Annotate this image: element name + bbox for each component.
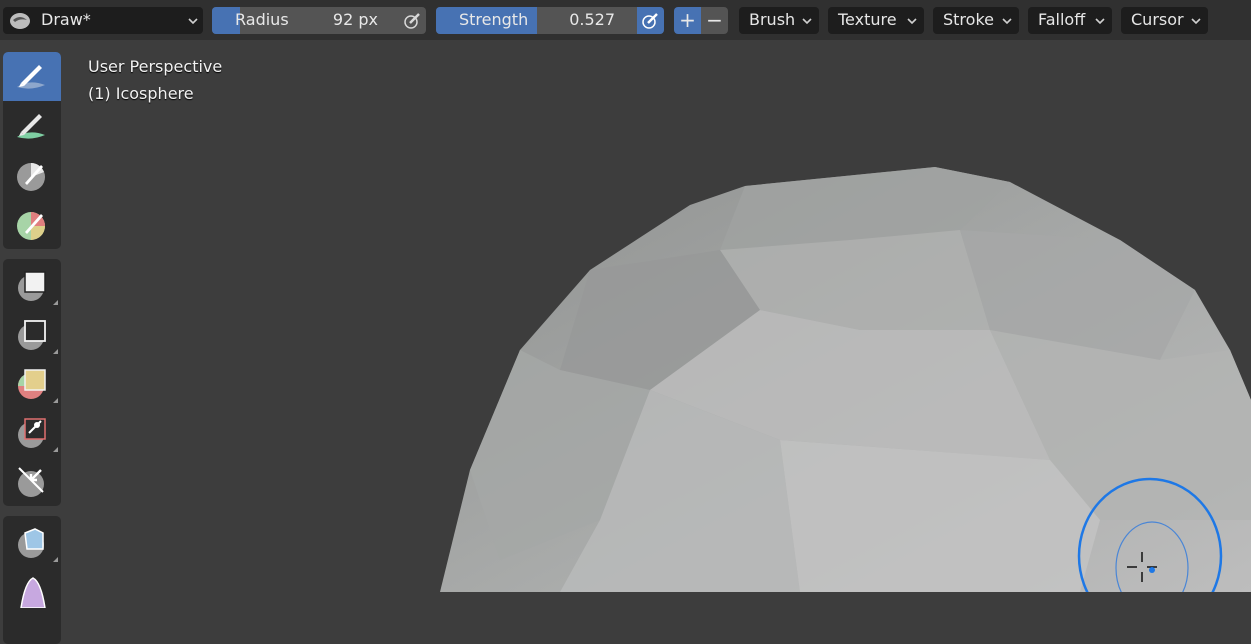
cursor-menu-label: Cursor [1131, 10, 1184, 29]
tool-paint[interactable] [3, 150, 61, 199]
draw-brush-icon [17, 65, 45, 89]
mesh-facet [780, 440, 1100, 592]
strength-pressure-button[interactable] [637, 7, 664, 34]
tool-line-project[interactable] [3, 406, 61, 455]
box-face-set-icon [18, 271, 46, 301]
tool-lasso-face-set[interactable] [3, 357, 61, 406]
cursor-dot [1149, 567, 1155, 573]
brush-selector[interactable]: Draw* [3, 7, 203, 34]
falloff-menu-label: Falloff [1038, 10, 1086, 29]
paint-brush-icon [17, 163, 45, 191]
chevron-down-icon [907, 18, 917, 25]
filter-tool-group [3, 516, 61, 644]
tool-trim[interactable] [3, 455, 61, 504]
tool-expand-corner-icon [53, 557, 58, 562]
cursor-menu[interactable]: Cursor [1121, 7, 1208, 34]
chevron-down-icon [802, 18, 812, 25]
tool-mask-paint[interactable] [3, 199, 61, 248]
radius-label: Radius [235, 10, 289, 29]
texture-menu[interactable]: Texture [828, 7, 924, 34]
texture-menu-label: Texture [838, 10, 897, 29]
brush-tool-group [3, 52, 61, 249]
radius-value: 92 px [332, 10, 378, 29]
tool-expand-corner-icon [53, 447, 58, 452]
pen-pressure-icon [404, 13, 420, 29]
pen-pressure-icon [642, 13, 658, 29]
strength-value: 0.527 [569, 10, 615, 29]
tool-color-filter[interactable] [3, 565, 61, 614]
tool-box-mask[interactable] [3, 308, 61, 357]
chevron-down-icon [1095, 18, 1105, 25]
tool-expand-corner-icon [53, 349, 58, 354]
tool-smooth[interactable] [3, 101, 61, 150]
tool-expand-corner-icon [53, 398, 58, 403]
trim-icon [18, 467, 44, 497]
stroke-menu-label: Stroke [943, 10, 994, 29]
tool-mesh-filter[interactable] [3, 516, 61, 565]
active-object-label: (1) Icosphere [88, 84, 194, 103]
tool-box-face-set[interactable] [3, 259, 61, 308]
radius-slider[interactable]: Radius 92 px [212, 7, 399, 34]
direction-add-button[interactable]: + [674, 7, 701, 34]
color-filter-icon [20, 577, 46, 608]
brush-menu[interactable]: Brush [739, 7, 819, 34]
tool-expand-corner-icon [53, 300, 58, 305]
selection-tool-group [3, 259, 61, 506]
chevron-down-icon [1191, 18, 1201, 25]
tool-header: Draw* Radius 92 px Strength 0.527 + − Br… [0, 0, 1251, 40]
stroke-menu[interactable]: Stroke [933, 7, 1019, 34]
view-perspective-label: User Perspective [88, 57, 223, 76]
brush-menu-label: Brush [749, 10, 796, 29]
blur-brush-icon [17, 114, 45, 139]
radius-pressure-button[interactable] [399, 7, 426, 34]
strength-label: Strength [459, 10, 529, 29]
cloth-filter-icon [18, 528, 44, 558]
box-mask-icon [18, 320, 46, 350]
line-project-icon [18, 418, 46, 448]
falloff-menu[interactable]: Falloff [1028, 7, 1112, 34]
strength-slider[interactable]: Strength 0.527 [436, 7, 637, 34]
viewport-info: User Perspective (1) Icosphere [88, 53, 222, 107]
direction-subtract-button[interactable]: − [701, 7, 728, 34]
mask-brush-icon [17, 212, 45, 240]
chevron-down-icon [1002, 18, 1012, 25]
tool-draw[interactable] [3, 52, 61, 101]
chevron-down-icon [188, 18, 198, 25]
lasso-face-set-icon [18, 369, 46, 399]
draw-brush-icon [10, 13, 30, 29]
brush-name: Draw* [41, 10, 91, 29]
